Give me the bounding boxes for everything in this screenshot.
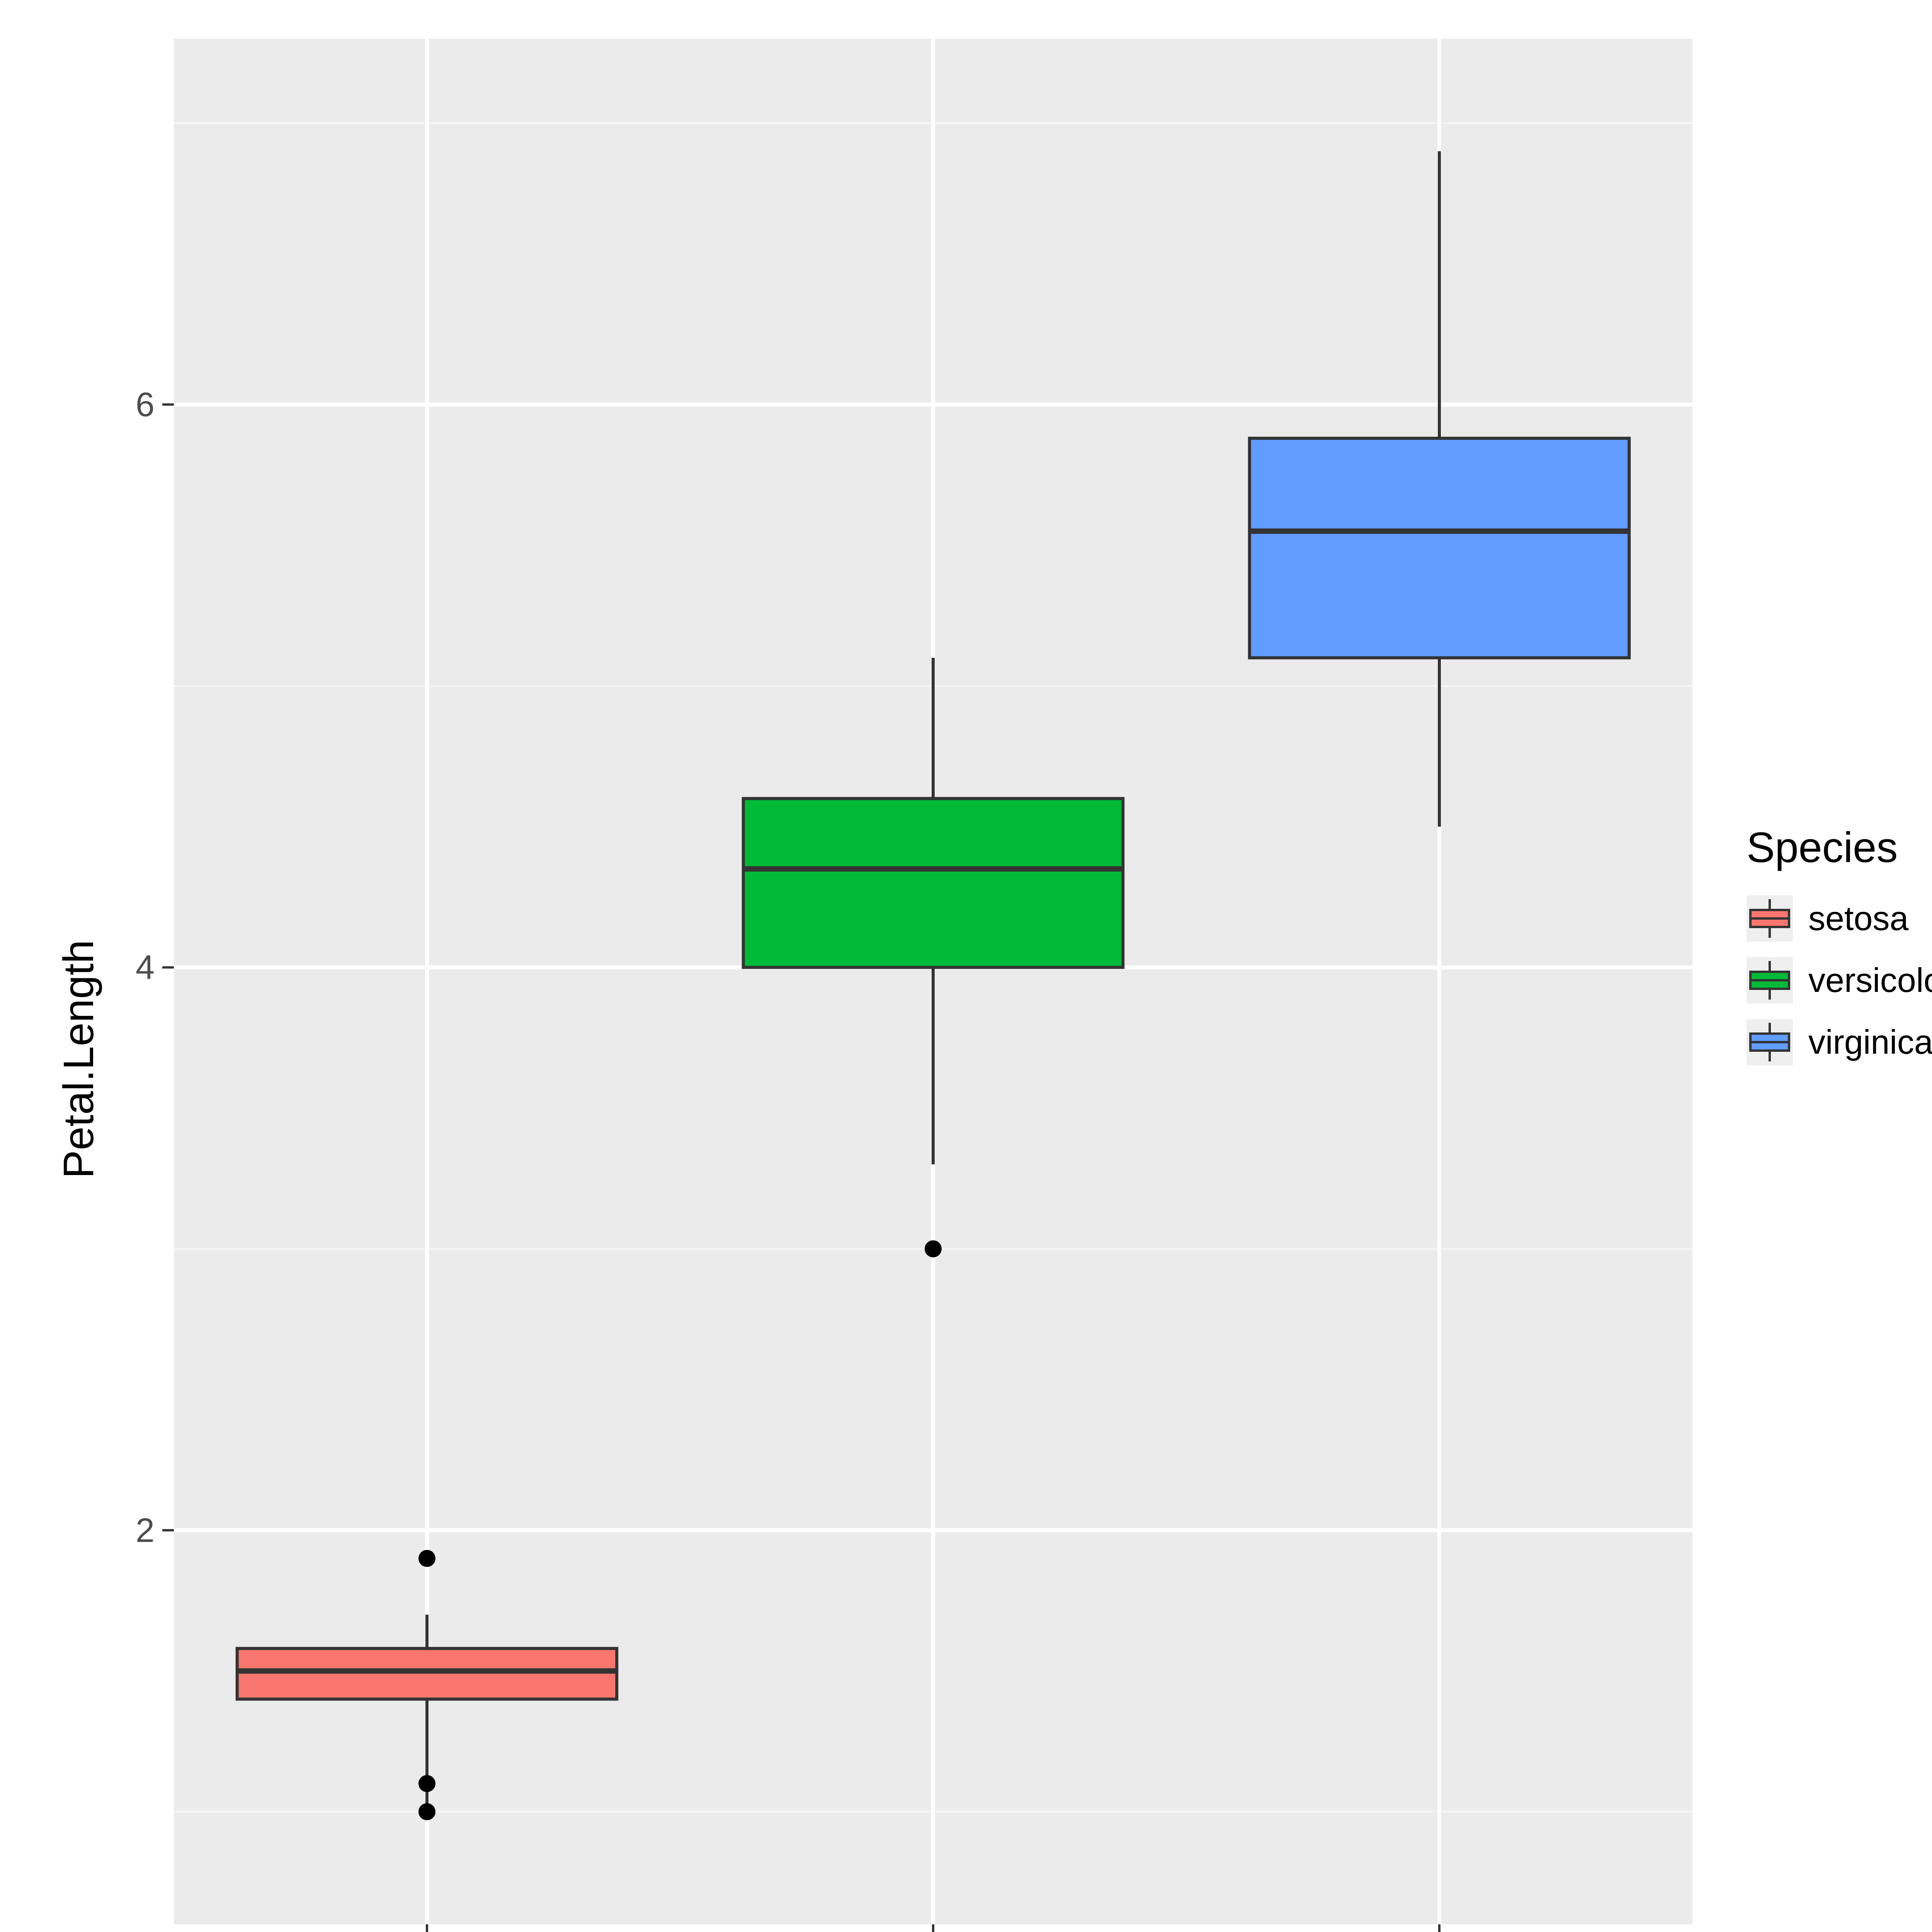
box-rect — [237, 1648, 617, 1699]
boxplot-chart: Petal.Length Species Species setosa — [0, 0, 1932, 1932]
outlier-point — [418, 1775, 435, 1792]
box-rect — [1250, 438, 1629, 658]
y-tick-label: 4 — [136, 948, 155, 986]
box-rect — [743, 799, 1123, 968]
outlier-point — [925, 1240, 942, 1257]
outlier-point — [418, 1803, 435, 1820]
plot-panel: 246setosaversicolorvirginica — [0, 0, 1932, 1932]
y-tick-label: 2 — [136, 1511, 155, 1549]
outlier-point — [418, 1550, 435, 1567]
y-tick-label: 6 — [136, 385, 155, 423]
